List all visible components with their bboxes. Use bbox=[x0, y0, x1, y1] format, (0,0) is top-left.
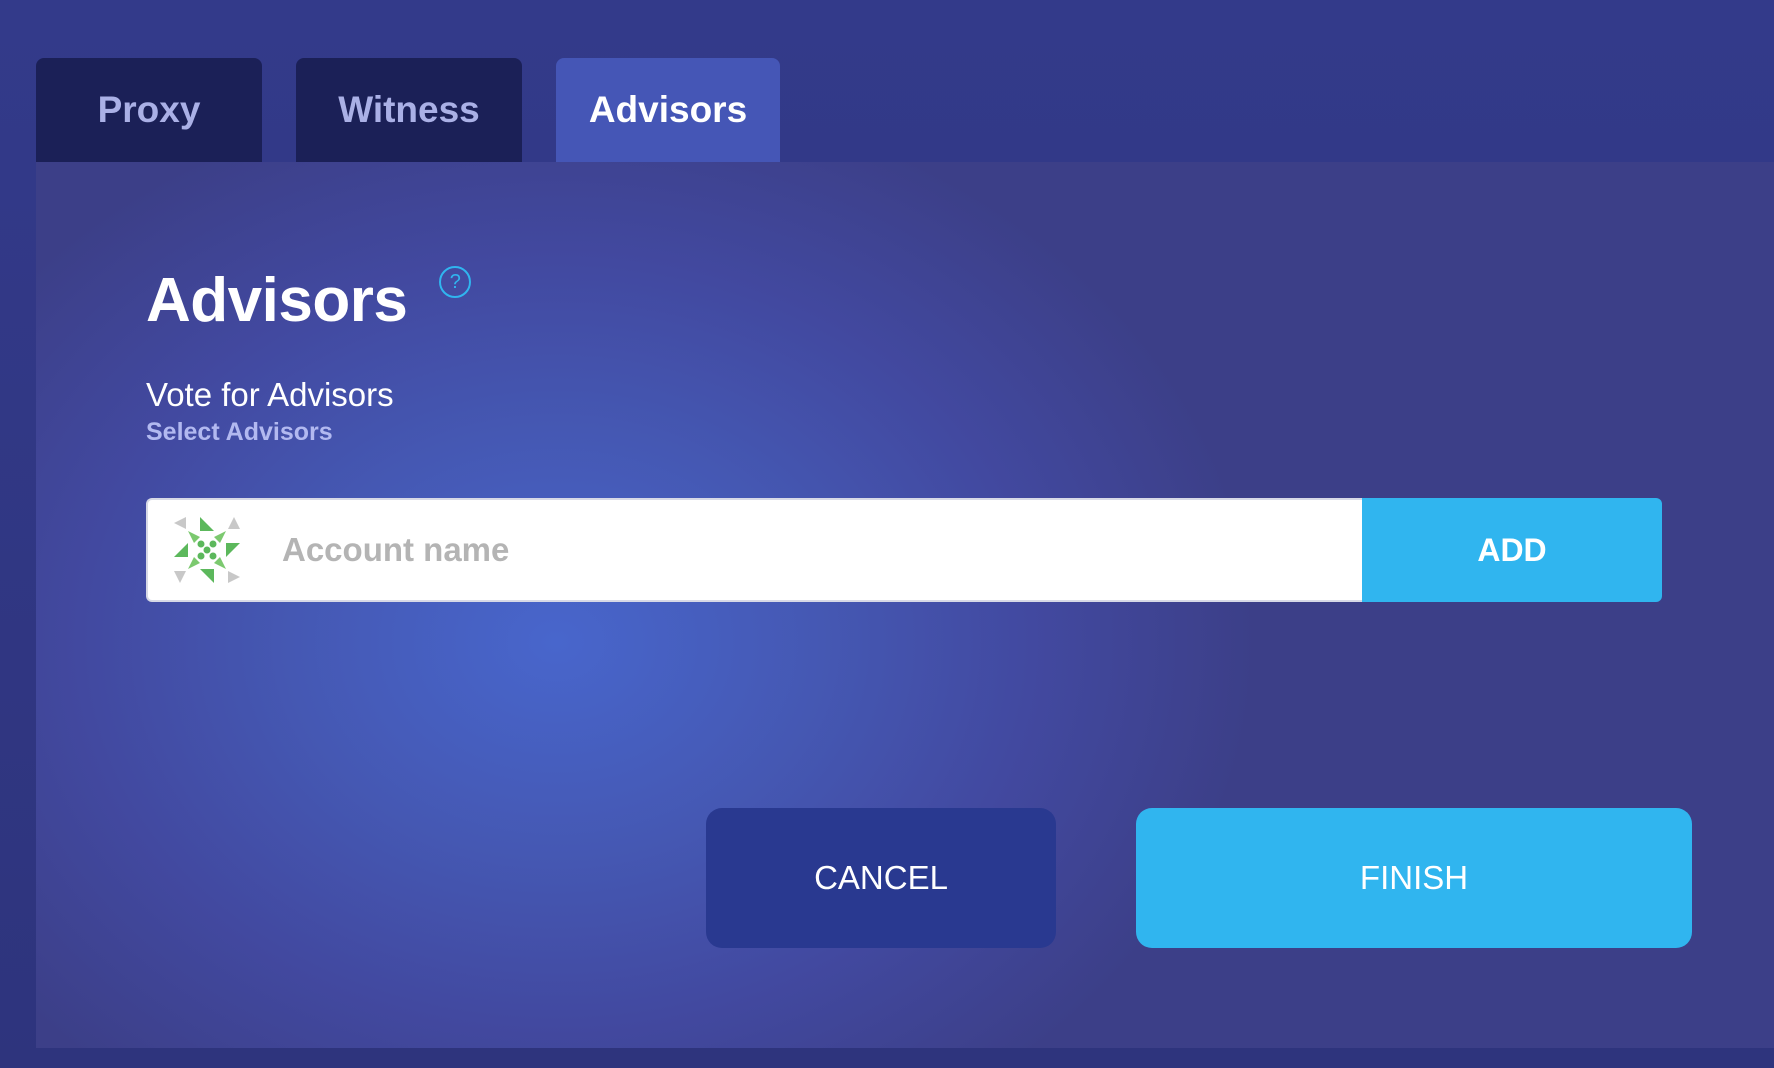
page-title: Advisors bbox=[146, 266, 408, 335]
finish-button[interactable]: FINISH bbox=[1136, 808, 1692, 948]
question-circle-icon[interactable]: ? bbox=[439, 266, 472, 298]
tab-advisors[interactable]: Advisors bbox=[556, 58, 780, 162]
tab-bar: Proxy Witness Advisors bbox=[36, 58, 780, 162]
section-subtitle: Select Advisors bbox=[146, 418, 333, 446]
identicon-avatar-icon bbox=[174, 517, 240, 583]
tab-proxy[interactable]: Proxy bbox=[36, 58, 262, 162]
add-button[interactable]: ADD bbox=[1362, 498, 1662, 602]
section-title: Vote for Advisors bbox=[146, 376, 394, 413]
heading-row: Advisors ? bbox=[146, 266, 472, 335]
tab-witness[interactable]: Witness bbox=[296, 58, 522, 162]
cancel-button[interactable]: CANCEL bbox=[706, 808, 1056, 948]
account-input-box bbox=[146, 498, 1362, 602]
account-input-row: ADD bbox=[146, 498, 1662, 602]
account-name-input[interactable] bbox=[280, 530, 1362, 570]
advisors-panel: Advisors ? Vote for Advisors Select Advi… bbox=[36, 162, 1774, 1048]
